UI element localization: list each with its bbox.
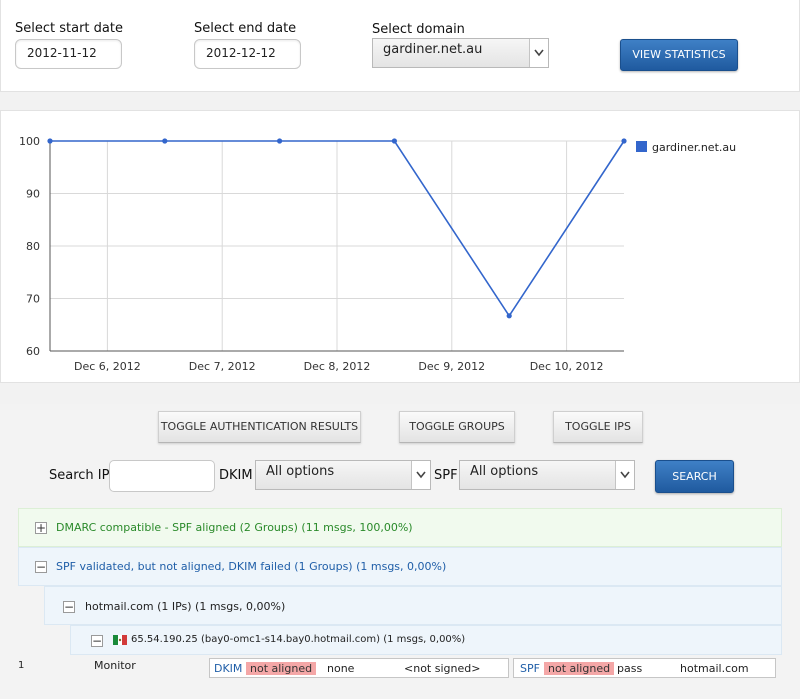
- start-date-input[interactable]: 2012-11-12: [15, 39, 122, 69]
- end-date-label: Select end date: [194, 21, 297, 36]
- spf-result-label: SPF: [520, 662, 540, 675]
- y-tick-label: 90: [26, 188, 40, 201]
- mexico-flag-icon: [113, 635, 127, 645]
- dkim-alignment-badge: not aligned: [246, 662, 317, 675]
- x-tick-label: Dec 7, 2012: [189, 360, 256, 373]
- group-row-dmarc-compatible[interactable]: + DMARC compatible - SPF aligned (2 Grou…: [18, 508, 782, 547]
- record-disposition: Monitor: [94, 659, 136, 672]
- authentication-panel: TOGGLE AUTHENTICATION RESULTS TOGGLE GRO…: [0, 404, 800, 699]
- data-point: [506, 313, 512, 319]
- x-tick-label: Dec 6, 2012: [74, 360, 141, 373]
- collapse-toggle[interactable]: −: [63, 600, 75, 614]
- legend-swatch: [636, 141, 647, 152]
- search-button[interactable]: SEARCH: [655, 460, 734, 493]
- expand-toggle[interactable]: +: [35, 521, 47, 535]
- line-chart: 100 90 80 70 60 Dec 6, 2012 Dec 7, 2012 Dec 8, …: [19, 135, 736, 373]
- data-point: [621, 138, 627, 144]
- y-tick-label: 60: [26, 345, 40, 358]
- record-count: 1: [18, 660, 25, 671]
- spf-result-value: pass: [617, 662, 643, 675]
- search-ip-label: Search IP:: [49, 468, 114, 483]
- group-label: SPF validated, but not aligned, DKIM fai…: [56, 560, 447, 573]
- dkim-result-box: DKIM not aligned none <not signed>: [209, 658, 509, 678]
- y-tick-label: 80: [26, 240, 40, 253]
- group-row-spf-not-aligned[interactable]: − SPF validated, but not aligned, DKIM f…: [18, 547, 782, 586]
- chevron-down-icon: [411, 461, 430, 489]
- dkim-result-value: none: [327, 662, 355, 675]
- toggle-groups-button[interactable]: TOGGLE GROUPS: [399, 411, 515, 443]
- x-tick-label: Dec 10, 2012: [530, 360, 604, 373]
- filter-panel: Select start date 2012-11-12 Select end …: [0, 0, 800, 92]
- dkim-result-domain: <not signed>: [404, 662, 481, 675]
- domain-label: Select domain: [372, 22, 465, 37]
- legend-label: gardiner.net.au: [652, 141, 736, 154]
- start-date-label: Select start date: [15, 21, 123, 36]
- ip-row[interactable]: − 65.54.190.25 (bay0-omc1-s14.bay0.hotma…: [70, 625, 782, 655]
- view-statistics-button[interactable]: VIEW STATISTICS: [620, 39, 738, 71]
- x-tick-label: Dec 9, 2012: [418, 360, 485, 373]
- domain-select-value: gardiner.net.au: [383, 42, 483, 57]
- collapse-toggle[interactable]: −: [35, 560, 47, 574]
- data-point: [162, 138, 168, 144]
- x-tick-label: Dec 8, 2012: [304, 360, 371, 373]
- search-ip-input[interactable]: [109, 460, 215, 492]
- spf-filter-label: SPF: [434, 468, 458, 483]
- group-label: DMARC compatible - SPF aligned (2 Groups…: [56, 521, 413, 534]
- chevron-down-icon: [529, 39, 548, 67]
- toggle-authentication-results-button[interactable]: TOGGLE AUTHENTICATION RESULTS: [158, 411, 361, 443]
- ip-label: 65.54.190.25 (bay0-omc1-s14.bay0.hotmail…: [131, 634, 466, 645]
- data-point: [277, 138, 283, 144]
- spf-alignment-badge: not aligned: [544, 662, 615, 675]
- dkim-result-label: DKIM: [214, 662, 243, 675]
- chart-panel: 100 90 80 70 60 Dec 6, 2012 Dec 7, 2012 Dec 8, …: [0, 110, 800, 383]
- spf-result-domain: hotmail.com: [680, 662, 749, 675]
- subgroup-row-hotmail[interactable]: − hotmail.com (1 IPs) (1 msgs, 0,00%): [44, 586, 782, 625]
- spf-result-box: SPF not aligned pass hotmail.com: [513, 658, 776, 678]
- y-tick-label: 70: [26, 293, 40, 306]
- spf-filter-select[interactable]: All options: [459, 460, 635, 490]
- end-date-input[interactable]: 2012-12-12: [194, 39, 301, 69]
- y-tick-label: 100: [19, 135, 40, 148]
- chevron-down-icon: [615, 461, 634, 489]
- dkim-filter-value: All options: [266, 464, 335, 479]
- dkim-filter-select[interactable]: All options: [255, 460, 431, 490]
- data-point: [47, 138, 53, 144]
- toggle-ips-button[interactable]: TOGGLE IPS: [553, 411, 643, 443]
- data-point: [391, 138, 397, 144]
- collapse-toggle[interactable]: −: [91, 634, 103, 648]
- domain-select[interactable]: gardiner.net.au: [372, 38, 549, 68]
- spf-filter-value: All options: [470, 464, 539, 479]
- subgroup-label: hotmail.com (1 IPs) (1 msgs, 0,00%): [85, 600, 286, 613]
- dkim-filter-label: DKIM: [219, 468, 253, 483]
